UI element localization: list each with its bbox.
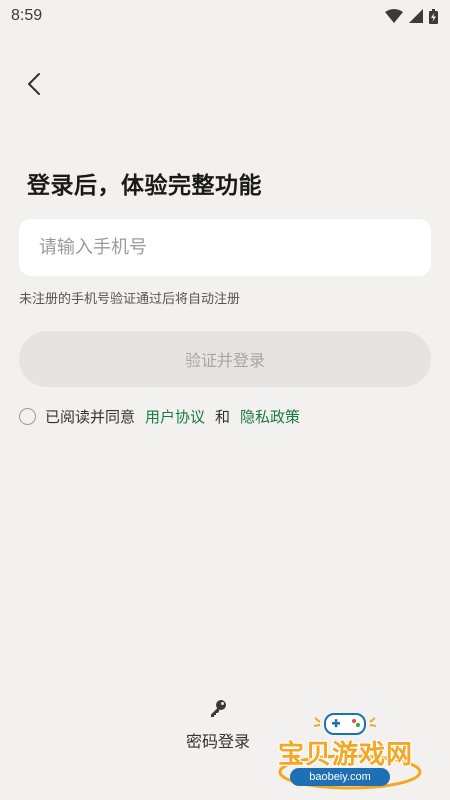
- watermark-brand: 宝贝游戏网: [278, 740, 414, 770]
- agreement-checkbox[interactable]: [19, 408, 36, 425]
- chevron-left-icon: [26, 72, 42, 100]
- signal-icon: [409, 9, 423, 23]
- back-button[interactable]: [18, 70, 50, 102]
- watermark: 宝贝游戏网 baobeiy.com: [270, 710, 440, 795]
- user-agreement-link[interactable]: 用户协议: [145, 406, 205, 427]
- key-icon: [208, 698, 228, 722]
- wifi-icon: [385, 9, 403, 23]
- password-login-label: 密码登录: [185, 732, 250, 751]
- privacy-policy-link[interactable]: 隐私政策: [240, 406, 300, 427]
- status-bar: 8:59: [0, 0, 450, 32]
- agreement-row: 已阅读并同意 用户协议 和 隐私政策: [19, 406, 300, 427]
- page-title: 登录后，体验完整功能: [27, 173, 262, 199]
- status-time: 8:59: [11, 7, 43, 24]
- agreement-conjunction: 和: [215, 408, 231, 426]
- phone-input[interactable]: [39, 237, 411, 258]
- auto-register-hint: 未注册的手机号验证通过后将自动注册: [19, 292, 241, 307]
- verify-login-button[interactable]: 验证并登录: [19, 331, 431, 387]
- watermark-url: baobeiy.com: [290, 768, 390, 786]
- phone-input-container[interactable]: [19, 219, 431, 276]
- status-icons: [385, 8, 438, 24]
- agreement-prefix: 已阅读并同意: [45, 408, 136, 426]
- password-login-button[interactable]: 密码登录: [176, 698, 260, 752]
- battery-icon: [429, 8, 438, 24]
